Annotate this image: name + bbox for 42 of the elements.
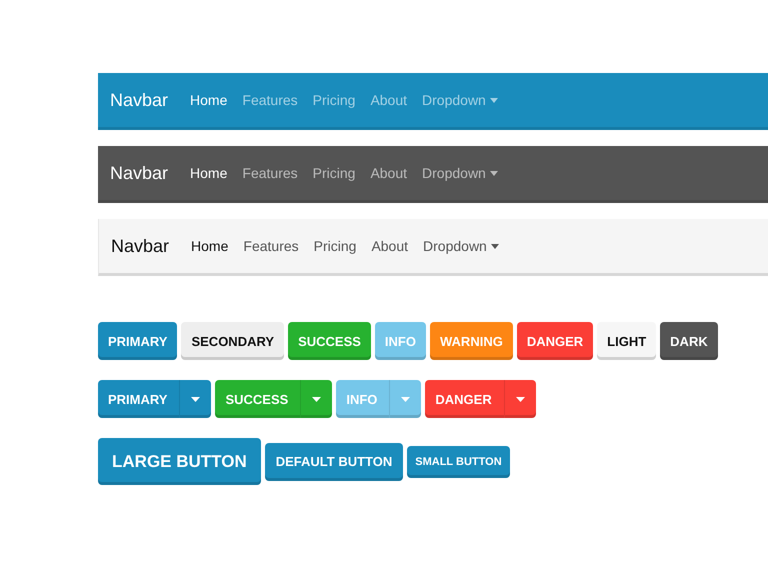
navbar-brand[interactable]: Navbar: [110, 162, 168, 184]
nav-dropdown[interactable]: Dropdown: [423, 238, 499, 254]
nav-dropdown[interactable]: Dropdown: [422, 165, 498, 181]
nav-link[interactable]: About: [371, 238, 408, 254]
nav-dropdown[interactable]: Dropdown: [422, 92, 498, 108]
nav-link[interactable]: Pricing: [314, 238, 356, 254]
button[interactable]: SECONDARY: [181, 322, 284, 360]
caret-icon: [490, 170, 498, 176]
nav-link[interactable]: Home: [190, 165, 228, 181]
caret-icon: [191, 396, 200, 402]
dropdown-toggle[interactable]: [300, 380, 332, 418]
navbar-brand[interactable]: Navbar: [110, 90, 168, 110]
caret-icon: [490, 244, 499, 248]
nav-link[interactable]: About: [370, 92, 408, 108]
button[interactable]: PRIMARY: [98, 322, 178, 360]
button[interactable]: DANGER: [516, 322, 594, 360]
nav-link[interactable]: Features: [243, 238, 299, 254]
nav-link[interactable]: Pricing: [312, 92, 356, 108]
dropdown-toggle[interactable]: [179, 380, 212, 418]
nav-link[interactable]: Home: [191, 238, 228, 254]
dropdown-toggle[interactable]: [389, 380, 422, 418]
nav-link[interactable]: Pricing: [312, 165, 356, 181]
caret-icon: [516, 396, 525, 402]
nav-link[interactable]: Home: [190, 92, 228, 108]
button[interactable]: DEFAULT BUTTON: [264, 442, 404, 480]
nav-link[interactable]: Features: [242, 92, 298, 108]
nav-link[interactable]: About: [370, 165, 408, 181]
button[interactable]: SMALL BUTTON: [407, 446, 510, 478]
button[interactable]: DARK: [660, 322, 718, 360]
navbar-brand[interactable]: Navbar: [111, 236, 170, 256]
dropdown-toggle[interactable]: [504, 380, 536, 418]
caret-icon: [490, 98, 498, 102]
button[interactable]: SUCCESS: [288, 322, 371, 360]
button[interactable]: WARNING: [430, 322, 513, 360]
button[interactable]: PRIMARY: [98, 380, 180, 418]
caret-icon: [401, 396, 410, 402]
button[interactable]: LARGE BUTTON: [98, 438, 261, 485]
button[interactable]: DANGER: [425, 380, 504, 418]
button[interactable]: SUCCESS: [215, 380, 300, 418]
nav-link[interactable]: Features: [242, 165, 298, 181]
button[interactable]: LIGHT: [597, 322, 656, 360]
caret-icon: [312, 396, 322, 402]
